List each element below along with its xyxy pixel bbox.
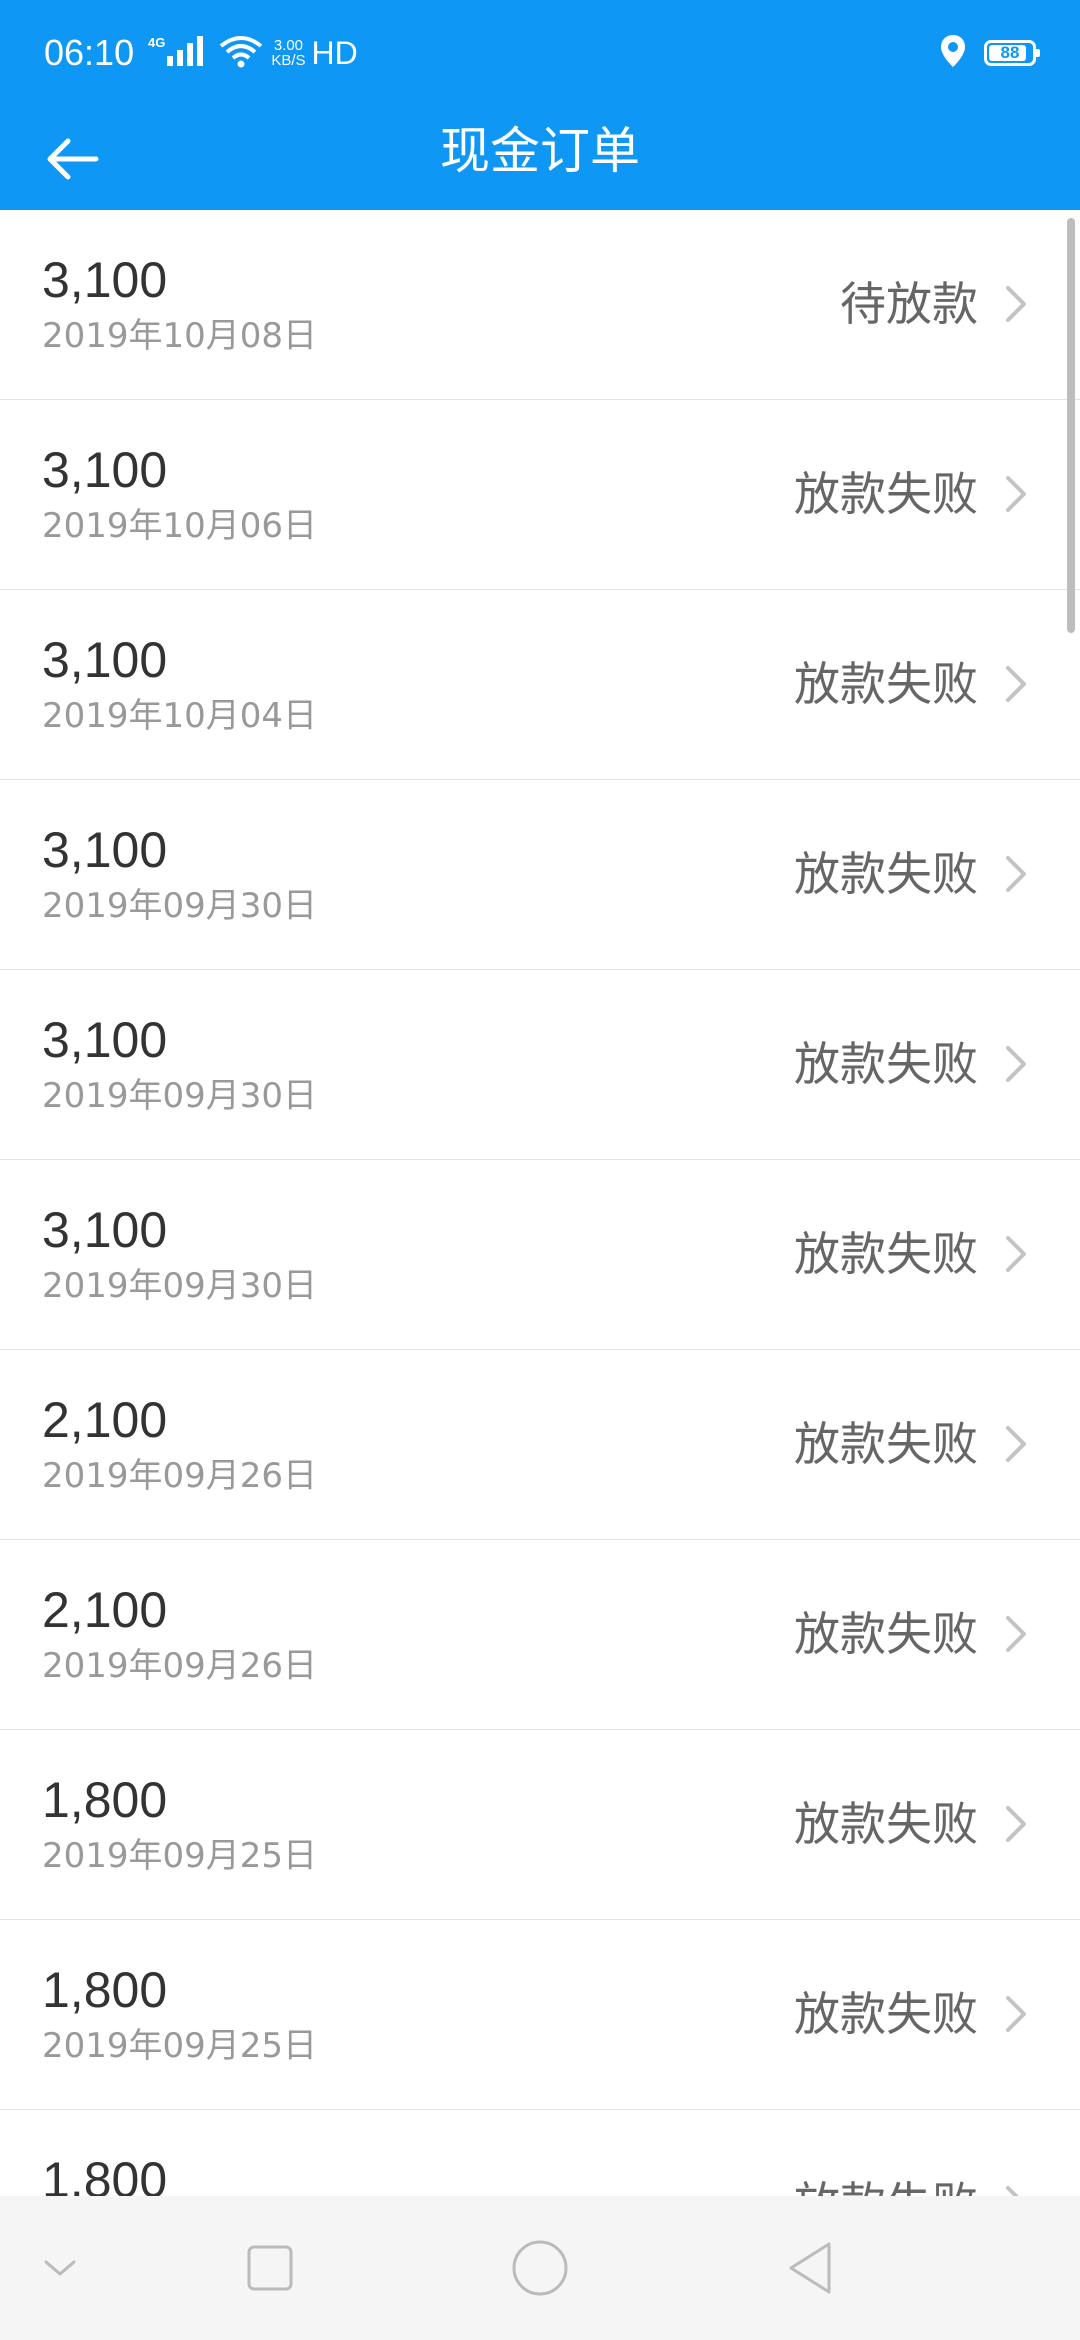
hd-label: HD: [311, 35, 358, 71]
order-row[interactable]: 1,800 2019年09月25日 放款失败: [0, 1920, 1080, 2110]
order-amount: 2,100: [42, 1582, 168, 1638]
order-row[interactable]: 3,100 2019年09月30日 放款失败: [0, 1160, 1080, 1350]
order-amount: 1,800: [42, 1962, 168, 2018]
battery-icon: 88: [984, 40, 1040, 66]
order-date: 2019年10月04日: [42, 696, 318, 736]
location-icon: [940, 34, 966, 72]
status-time: 06:10: [44, 32, 135, 73]
order-row[interactable]: 2,100 2019年09月26日 放款失败: [0, 1350, 1080, 1540]
scrollbar[interactable]: [1067, 218, 1075, 633]
nav-recents-button[interactable]: [220, 2218, 320, 2318]
order-date: 2019年09月26日: [42, 1456, 318, 1496]
status-right-icons: 88: [940, 30, 1040, 76]
order-amount: 1,800: [42, 1772, 168, 1828]
order-date: 2019年09月25日: [42, 1836, 318, 1876]
order-list[interactable]: 3,100 2019年10月08日 待放款 3,100 2019年10月06日 放款失败 3…: [0, 210, 1080, 2225]
chevron-right-icon: [1002, 1424, 1030, 1464]
wifi-icon: [219, 34, 263, 72]
order-row[interactable]: 3,100 2019年09月30日 放款失败: [0, 780, 1080, 970]
app-bar: 现金订单: [0, 105, 1080, 210]
order-amount: 3,100: [42, 252, 168, 308]
chevron-right-icon: [1002, 1044, 1030, 1084]
speed-unit: KB/S: [271, 52, 306, 69]
page-title: 现金订单: [440, 122, 640, 180]
order-amount: 3,100: [42, 822, 168, 878]
order-amount: 3,100: [42, 1012, 168, 1068]
chevron-right-icon: [1002, 854, 1030, 894]
order-date: 2019年09月25日: [42, 2026, 318, 2066]
order-date: 2019年09月30日: [42, 1076, 318, 1116]
order-status: 放款失败: [794, 1987, 978, 2041]
triangle-back-icon: [789, 2242, 831, 2294]
nav-back-button[interactable]: [760, 2218, 860, 2318]
order-row[interactable]: 3,100 2019年10月04日 放款失败: [0, 590, 1080, 780]
order-amount: 3,100: [42, 1202, 168, 1258]
order-amount: 2,100: [42, 1392, 168, 1448]
square-icon: [247, 2245, 293, 2291]
chevron-right-icon: [1002, 1804, 1030, 1844]
order-status: 放款失败: [794, 1227, 978, 1281]
order-row[interactable]: 3,100 2019年09月30日 放款失败: [0, 970, 1080, 1160]
order-row[interactable]: 1,800 2019年09月25日 放款失败: [0, 1730, 1080, 1920]
chevron-right-icon: [1002, 474, 1030, 514]
order-row[interactable]: 3,100 2019年10月08日 待放款: [0, 210, 1080, 400]
order-date: 2019年10月08日: [42, 316, 318, 356]
order-status: 放款失败: [794, 1797, 978, 1851]
order-row[interactable]: 2,100 2019年09月26日 放款失败: [0, 1540, 1080, 1730]
order-status: 放款失败: [794, 847, 978, 901]
network-speed: 3.00 KB/S: [271, 38, 305, 68]
network-type-label: 4G: [148, 34, 166, 50]
nav-collapse-button[interactable]: [10, 2218, 110, 2318]
chevron-right-icon: [1002, 1234, 1030, 1274]
order-amount: 3,100: [42, 442, 168, 498]
order-status: 待放款: [840, 277, 978, 331]
order-status: 放款失败: [794, 1037, 978, 1091]
nav-home-button[interactable]: [490, 2218, 590, 2318]
order-amount: 3,100: [42, 632, 168, 688]
navigation-bar: [0, 2196, 1080, 2340]
signal-icon: [167, 36, 207, 70]
order-status: 放款失败: [794, 467, 978, 521]
chevron-right-icon: [1002, 1994, 1030, 2034]
status-bar: 06:10 4G 3.00 KB/S HD 88: [0, 0, 1080, 105]
order-date: 2019年09月26日: [42, 1646, 318, 1686]
chevron-down-icon: [44, 2260, 76, 2276]
chevron-right-icon: [1002, 1614, 1030, 1654]
order-status: 放款失败: [794, 1607, 978, 1661]
chevron-right-icon: [1002, 284, 1030, 324]
circle-icon: [512, 2240, 568, 2296]
order-row[interactable]: 3,100 2019年10月06日 放款失败: [0, 400, 1080, 590]
status-left-icons: 4G 3.00 KB/S HD: [148, 30, 358, 76]
chevron-right-icon: [1002, 664, 1030, 704]
order-status: 放款失败: [794, 1417, 978, 1471]
order-date: 2019年09月30日: [42, 886, 318, 926]
order-date: 2019年10月06日: [42, 506, 318, 546]
order-date: 2019年09月30日: [42, 1266, 318, 1306]
order-status: 放款失败: [794, 657, 978, 711]
battery-tip: [1036, 49, 1040, 57]
speed-value: 3.00: [273, 37, 304, 54]
battery-level: 88: [1000, 43, 1020, 62]
